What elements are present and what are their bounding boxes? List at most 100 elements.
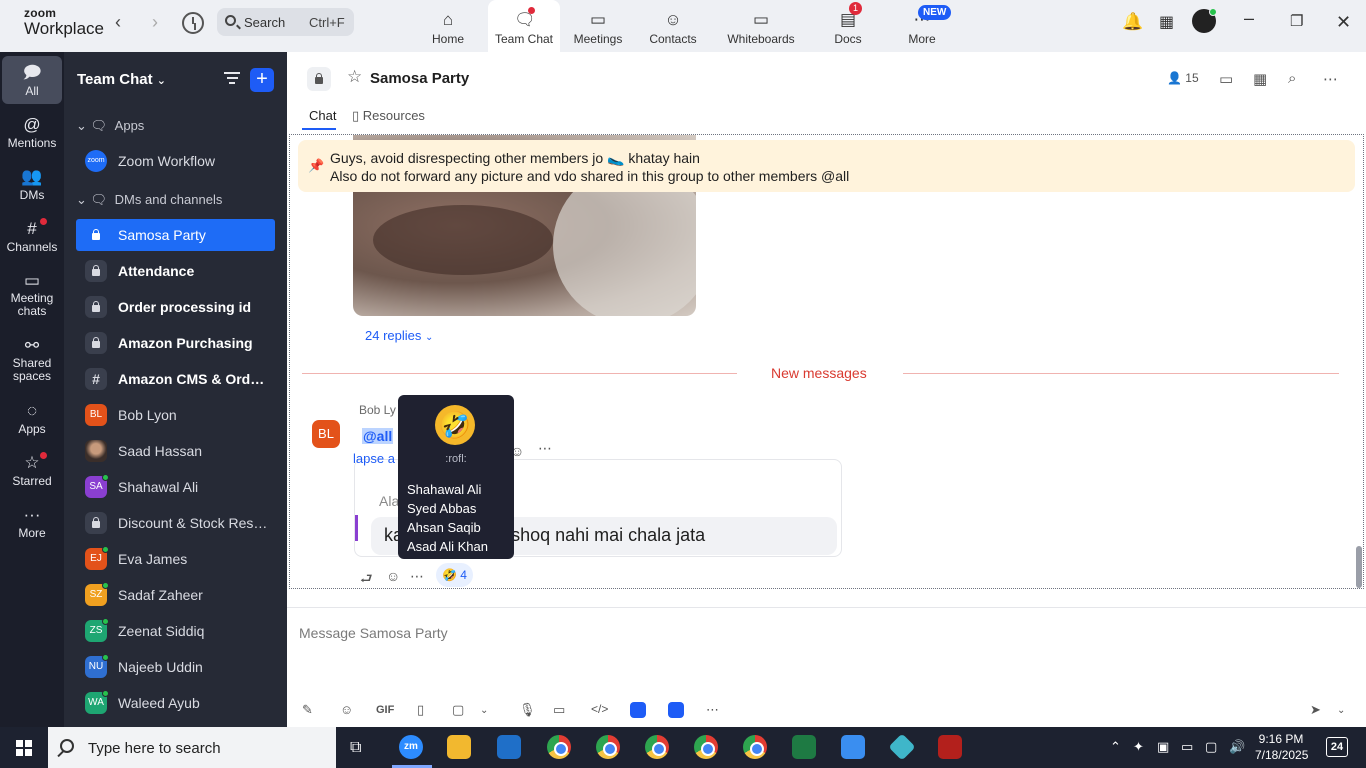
tray-app-icon[interactable]: ✦ <box>1133 739 1144 755</box>
more-options-icon[interactable]: ⋯ <box>538 440 552 457</box>
forward-arrow-icon[interactable]: › <box>152 12 158 33</box>
tab-docs[interactable]: ▤ 1 Docs <box>812 0 884 52</box>
search-bar[interactable]: Search Ctrl+F <box>217 8 354 36</box>
calendar-icon[interactable]: ▦ <box>1159 12 1174 32</box>
chrome-icon[interactable] <box>547 735 571 759</box>
sidebar-item-waleed-ayub[interactable]: WA Waleed Ayub <box>76 687 275 719</box>
scrollbar[interactable] <box>1356 546 1362 588</box>
microphone-icon[interactable]: 🎙 <box>519 702 536 718</box>
tab-meetings[interactable]: ▭ Meetings <box>562 0 634 52</box>
tab-whiteboards[interactable]: ▭ Whiteboards <box>718 0 804 52</box>
video-call-icon[interactable]: ▭ <box>1219 70 1233 88</box>
zoom-app-icon[interactable]: zm <box>399 735 423 759</box>
rail-item-channels[interactable]: # Channels <box>2 218 62 254</box>
app-icon[interactable] <box>630 702 646 718</box>
more-options-icon[interactable]: ⋯ <box>1323 70 1338 88</box>
app-icon[interactable] <box>668 702 684 718</box>
add-reaction-icon[interactable]: ☺ <box>386 568 400 584</box>
chrome-icon[interactable] <box>596 735 620 759</box>
history-icon[interactable] <box>182 12 204 34</box>
channel-title[interactable]: Samosa Party <box>370 70 469 87</box>
chrome-icon[interactable] <box>743 735 767 759</box>
chrome-icon[interactable] <box>645 735 669 759</box>
chevron-down-icon[interactable]: ⌄ <box>1337 705 1345 716</box>
outlook-icon[interactable] <box>497 735 521 759</box>
sidebar-item-attendance[interactable]: Attendance <box>76 255 275 287</box>
sidebar-item-saad-hassan[interactable]: Saad Hassan <box>76 435 275 467</box>
task-view-icon[interactable]: ⧉ <box>350 739 361 757</box>
windows-start-icon[interactable] <box>16 740 32 756</box>
format-icon[interactable]: ✎ <box>302 702 313 718</box>
tray-app-icon[interactable]: ▣ <box>1157 739 1169 755</box>
sidebar-item-bob-lyon[interactable]: BL Bob Lyon <box>76 399 275 431</box>
section-apps[interactable]: ⌄ 🗨 Apps <box>76 118 144 134</box>
emoji-icon[interactable]: ☺ <box>340 702 353 717</box>
excel-icon[interactable] <box>792 735 816 759</box>
clock[interactable]: 9:16 PM 7/18/2025 <box>1255 731 1308 763</box>
quote-reference[interactable]: lapse a <box>353 451 395 466</box>
rail-item-shared-spaces[interactable]: ⚯ Shared spaces <box>2 335 62 383</box>
sidebar-title[interactable]: Team Chat ⌄ <box>77 71 166 88</box>
filezilla-icon[interactable] <box>938 735 962 759</box>
sidebar-item-shahawal-ali[interactable]: SA Shahawal Ali <box>76 471 275 503</box>
battery-icon[interactable]: ▭ <box>1181 739 1193 755</box>
tab-team-chat[interactable]: 🗨 Team Chat <box>488 0 560 52</box>
close-icon[interactable]: ✕ <box>1336 12 1351 33</box>
tab-resources[interactable]: ▯ Resources <box>352 108 425 124</box>
sidebar-item-samosa-party[interactable]: Samosa Party <box>76 219 275 251</box>
taskbar-search[interactable]: Type here to search <box>48 727 336 768</box>
code-icon[interactable]: </> <box>591 702 608 716</box>
send-icon[interactable]: ➤ <box>1310 702 1321 718</box>
sidebar-item-sadaf-zaheer[interactable]: SZ Sadaf Zaheer <box>76 579 275 611</box>
more-icon[interactable]: ⋯ <box>706 702 719 718</box>
screenshot-icon[interactable]: ▢ <box>452 702 464 718</box>
reaction-chip[interactable]: 🤣 4 <box>436 563 473 587</box>
network-icon[interactable]: ▢ <box>1205 739 1217 755</box>
file-icon[interactable]: ▯ <box>417 702 424 718</box>
notification-center-icon[interactable]: 24 <box>1326 737 1348 757</box>
sidebar-item-najeeb-uddin[interactable]: NU Najeeb Uddin <box>76 651 275 683</box>
sidebar-item-amazon-purchasing[interactable]: Amazon Purchasing <box>76 327 275 359</box>
rail-item-more[interactable]: ··· More <box>2 504 62 540</box>
back-arrow-icon[interactable]: ‹ <box>115 12 121 33</box>
avatar[interactable]: BL <box>312 420 340 448</box>
volume-icon[interactable]: 🔊 <box>1229 739 1245 755</box>
pinned-message[interactable]: 📌 Guys, avoid disrespecting other member… <box>298 140 1355 192</box>
restore-icon[interactable]: ❐ <box>1290 12 1303 30</box>
video-message-icon[interactable]: ▭ <box>553 702 565 718</box>
search-icon[interactable]: ⌕ <box>1288 70 1296 87</box>
sidebar-item-eva-james[interactable]: EJ Eva James <box>76 543 275 575</box>
message-input[interactable] <box>299 618 1299 648</box>
chrome-icon[interactable] <box>694 735 718 759</box>
sidebar-item-order-processing[interactable]: Order processing id <box>76 291 275 323</box>
mention[interactable]: @all <box>362 428 394 444</box>
sidebar-item-discount-stock[interactable]: Discount & Stock Reser... <box>76 507 275 539</box>
minimize-icon[interactable]: – <box>1244 8 1254 29</box>
chevron-up-icon[interactable]: ⌃ <box>1110 739 1121 755</box>
rail-item-apps[interactable]: ◌ Apps <box>2 400 62 436</box>
calculator-icon[interactable] <box>841 735 865 759</box>
app-icon[interactable] <box>888 733 916 761</box>
section-dms-channels[interactable]: ⌄ 🗨 DMs and channels <box>76 192 222 208</box>
chevron-down-icon[interactable]: ⌄ <box>480 705 488 716</box>
file-explorer-icon[interactable] <box>447 735 471 759</box>
sidebar-item-zeenat-siddiq[interactable]: ZS Zeenat Siddiq <box>76 615 275 647</box>
bell-icon[interactable]: 🔔 <box>1122 12 1143 32</box>
rail-item-dms[interactable]: 👥 DMs <box>2 166 62 202</box>
member-count[interactable]: 👤 15 <box>1167 71 1199 85</box>
rail-item-all[interactable]: 🗩 All <box>2 56 62 104</box>
filter-icon[interactable] <box>224 72 240 87</box>
star-icon[interactable]: ☆ <box>347 67 362 87</box>
tab-contacts[interactable]: ☺ Contacts <box>637 0 709 52</box>
more-options-icon[interactable]: ⋯ <box>410 568 424 585</box>
rail-item-mentions[interactable]: @ Mentions <box>2 114 62 150</box>
gif-icon[interactable]: GIF <box>376 704 394 716</box>
tab-chat[interactable]: Chat <box>309 108 336 123</box>
sender-name[interactable]: Bob Ly <box>359 403 396 417</box>
rail-item-meeting-chats[interactable]: ▭ Meeting chats <box>2 270 62 318</box>
new-chat-button[interactable]: + <box>250 68 274 92</box>
tab-home[interactable]: ⌂ Home <box>412 0 484 52</box>
replies-link[interactable]: 24 replies ⌄ <box>365 328 433 343</box>
calendar-icon[interactable]: ▦ <box>1253 70 1267 88</box>
rail-item-starred[interactable]: ☆ Starred <box>2 452 62 488</box>
